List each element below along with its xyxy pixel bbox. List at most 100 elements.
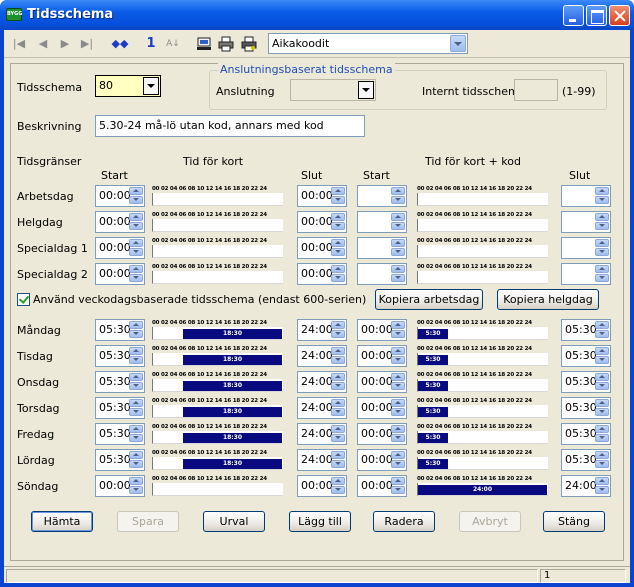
spin-up-icon[interactable] — [391, 373, 405, 381]
anslutning-select[interactable] — [290, 79, 376, 101]
spin-down-icon[interactable] — [129, 330, 143, 338]
spin-up-icon[interactable] — [331, 321, 345, 329]
spin-up-icon[interactable] — [129, 399, 143, 407]
limit-slut2-field-spinner[interactable] — [594, 239, 610, 257]
spin-up-icon[interactable] — [129, 373, 143, 381]
spin-up-icon[interactable] — [595, 477, 609, 485]
weekday-checkbox[interactable] — [17, 293, 30, 306]
copy-workday-button[interactable]: Kopiera arbetsdag — [375, 289, 483, 310]
timeline-track[interactable]: 5:30 — [417, 405, 548, 418]
spin-down-icon[interactable] — [331, 460, 345, 468]
button-l-gg-till[interactable]: Lägg till — [289, 511, 351, 532]
day-start-field-spinner[interactable] — [128, 451, 144, 469]
spin-up-icon[interactable] — [391, 347, 405, 355]
timeline-track[interactable]: 18:30 — [152, 327, 283, 340]
limit-slut-field-spinner[interactable] — [330, 213, 346, 231]
limit-slut2-field-spinner[interactable] — [594, 265, 610, 283]
spin-up-icon[interactable] — [331, 187, 345, 195]
limit-slut2-field-spinner[interactable] — [594, 213, 610, 231]
spin-up-icon[interactable] — [595, 347, 609, 355]
timeline-track[interactable]: 18:30 — [152, 457, 283, 470]
spin-up-icon[interactable] — [391, 321, 405, 329]
spin-up-icon[interactable] — [129, 321, 143, 329]
printer-preview-icon[interactable] — [241, 36, 257, 52]
timeline-track[interactable]: 24:00 — [417, 483, 548, 496]
timeline-bar[interactable]: 18:30 — [183, 407, 282, 417]
next-record-icon[interactable]: ▶ — [58, 36, 72, 52]
day-start2-field-spinner[interactable] — [390, 399, 406, 417]
spin-up-icon[interactable] — [129, 213, 143, 221]
spin-up-icon[interactable] — [129, 451, 143, 459]
spin-down-icon[interactable] — [595, 222, 609, 230]
spin-down-icon[interactable] — [595, 434, 609, 442]
spin-down-icon[interactable] — [391, 196, 405, 204]
spin-up-icon[interactable] — [331, 347, 345, 355]
spin-down-icon[interactable] — [391, 222, 405, 230]
spin-down-icon[interactable] — [595, 356, 609, 364]
spin-up-icon[interactable] — [391, 477, 405, 485]
printer-icon[interactable] — [218, 36, 234, 52]
day-start2-field-spinner[interactable] — [390, 451, 406, 469]
timeline-bar[interactable]: 18:30 — [183, 381, 282, 391]
chevron-down-icon[interactable] — [143, 77, 159, 95]
button-spara[interactable]: Spara — [117, 511, 179, 532]
spin-down-icon[interactable] — [391, 356, 405, 364]
spin-up-icon[interactable] — [391, 425, 405, 433]
chevron-down-icon[interactable] — [358, 81, 374, 99]
last-record-icon[interactable]: ▶| — [80, 36, 94, 52]
spin-down-icon[interactable] — [129, 222, 143, 230]
spin-up-icon[interactable] — [391, 187, 405, 195]
timeline-track[interactable]: 5:30 — [417, 327, 548, 340]
limit-start2-field-spinner[interactable] — [390, 187, 406, 205]
day-start-field-spinner[interactable] — [128, 399, 144, 417]
spin-down-icon[interactable] — [391, 486, 405, 494]
chevron-down-icon[interactable] — [450, 35, 466, 52]
day-start2-field-spinner[interactable] — [390, 373, 406, 391]
first-record-icon[interactable]: |◀ — [12, 36, 26, 52]
limit-slut-field-spinner[interactable] — [330, 239, 346, 257]
timeline-track[interactable]: 18:30 — [152, 353, 283, 366]
limit-start2-field-spinner[interactable] — [390, 265, 406, 283]
spin-down-icon[interactable] — [595, 196, 609, 204]
day-start2-field-spinner[interactable] — [390, 425, 406, 443]
day-slut2-field-spinner[interactable] — [594, 477, 610, 495]
day-slut-field-spinner[interactable] — [330, 477, 346, 495]
spin-up-icon[interactable] — [129, 265, 143, 273]
spin-up-icon[interactable] — [391, 265, 405, 273]
spin-up-icon[interactable] — [331, 373, 345, 381]
spin-down-icon[interactable] — [391, 460, 405, 468]
spin-down-icon[interactable] — [391, 248, 405, 256]
find-icon[interactable]: ◆◆ — [110, 36, 130, 52]
title-bar[interactable]: BYGG Tidsschema — [0, 0, 634, 30]
spin-down-icon[interactable] — [129, 274, 143, 282]
timeline-track[interactable] — [417, 219, 548, 232]
spin-up-icon[interactable] — [331, 265, 345, 273]
timeline-bar[interactable]: 5:30 — [418, 381, 448, 391]
spin-down-icon[interactable] — [129, 196, 143, 204]
spin-up-icon[interactable] — [595, 213, 609, 221]
timeline-track[interactable]: 18:30 — [152, 405, 283, 418]
button-st-ng[interactable]: Stäng — [543, 511, 605, 532]
spin-down-icon[interactable] — [331, 248, 345, 256]
spin-down-icon[interactable] — [129, 248, 143, 256]
timeline-track[interactable]: 5:30 — [417, 431, 548, 444]
spin-up-icon[interactable] — [595, 451, 609, 459]
spin-up-icon[interactable] — [595, 425, 609, 433]
spin-down-icon[interactable] — [331, 356, 345, 364]
spin-up-icon[interactable] — [595, 373, 609, 381]
spin-up-icon[interactable] — [331, 477, 345, 485]
spin-down-icon[interactable] — [129, 356, 143, 364]
spin-down-icon[interactable] — [595, 486, 609, 494]
limit-start-field-spinner[interactable] — [128, 239, 144, 257]
spin-down-icon[interactable] — [391, 274, 405, 282]
spin-up-icon[interactable] — [129, 477, 143, 485]
timeline-bar[interactable]: 18:30 — [183, 459, 282, 469]
timeline-track[interactable] — [417, 245, 548, 258]
spin-up-icon[interactable] — [129, 239, 143, 247]
spin-up-icon[interactable] — [595, 239, 609, 247]
day-start2-field-spinner[interactable] — [390, 477, 406, 495]
spin-down-icon[interactable] — [595, 248, 609, 256]
spin-down-icon[interactable] — [331, 486, 345, 494]
timeline-track[interactable]: 5:30 — [417, 457, 548, 470]
limit-slut-field-spinner[interactable] — [330, 187, 346, 205]
